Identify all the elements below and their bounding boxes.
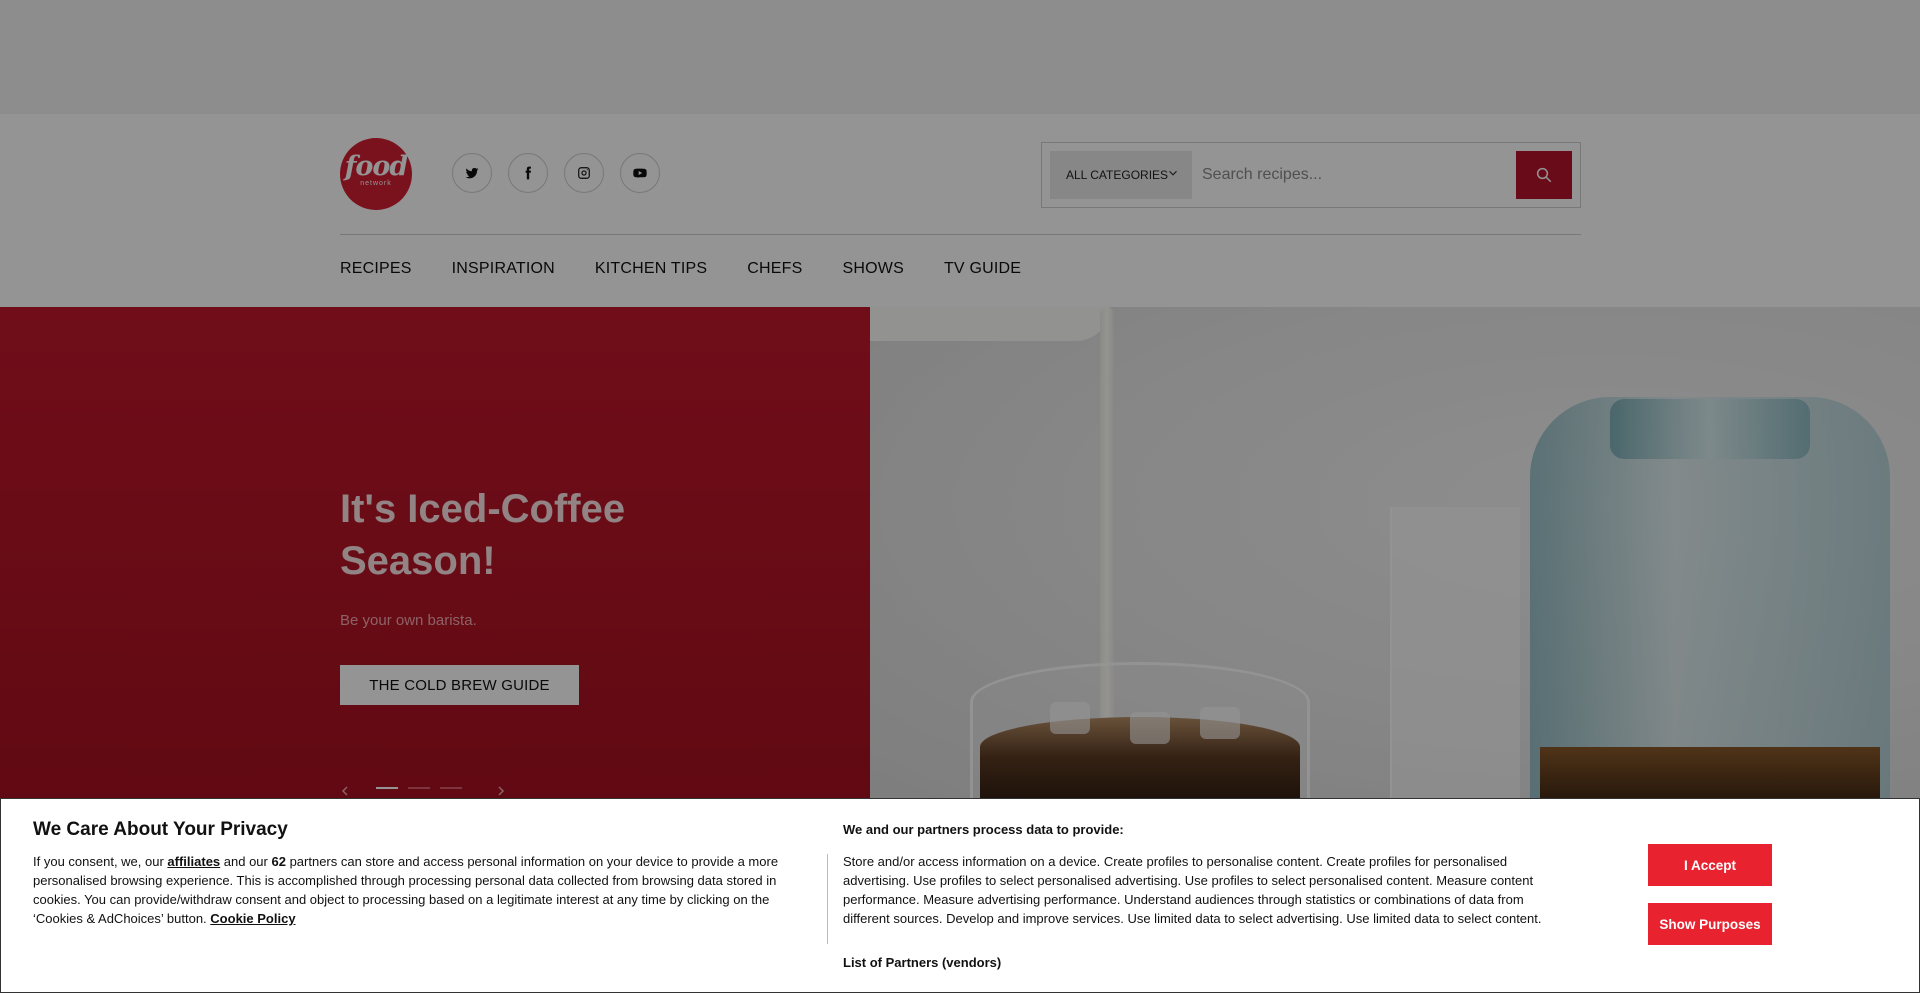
consent-title: We Care About Your Privacy xyxy=(33,819,288,840)
show-purposes-button[interactable]: Show Purposes xyxy=(1648,903,1772,945)
consent-text: and our xyxy=(220,854,272,869)
consent-body: If you consent, we, our affiliates and o… xyxy=(33,852,809,928)
purposes-text: Store and/or access information on a dev… xyxy=(843,854,1542,926)
cookie-policy-link[interactable]: Cookie Policy xyxy=(210,911,295,926)
partners-list-link[interactable]: List of Partners (vendors) xyxy=(843,955,1001,970)
privacy-consent-banner: We Care About Your Privacy If you consen… xyxy=(0,798,1920,993)
consent-text: If you consent, we, our xyxy=(33,854,168,869)
consent-divider xyxy=(827,854,828,944)
accept-button[interactable]: I Accept xyxy=(1648,844,1772,886)
purposes-heading: We and our partners process data to prov… xyxy=(843,822,1124,837)
partner-count: 62 xyxy=(271,854,286,869)
affiliates-link[interactable]: affiliates xyxy=(167,854,220,869)
